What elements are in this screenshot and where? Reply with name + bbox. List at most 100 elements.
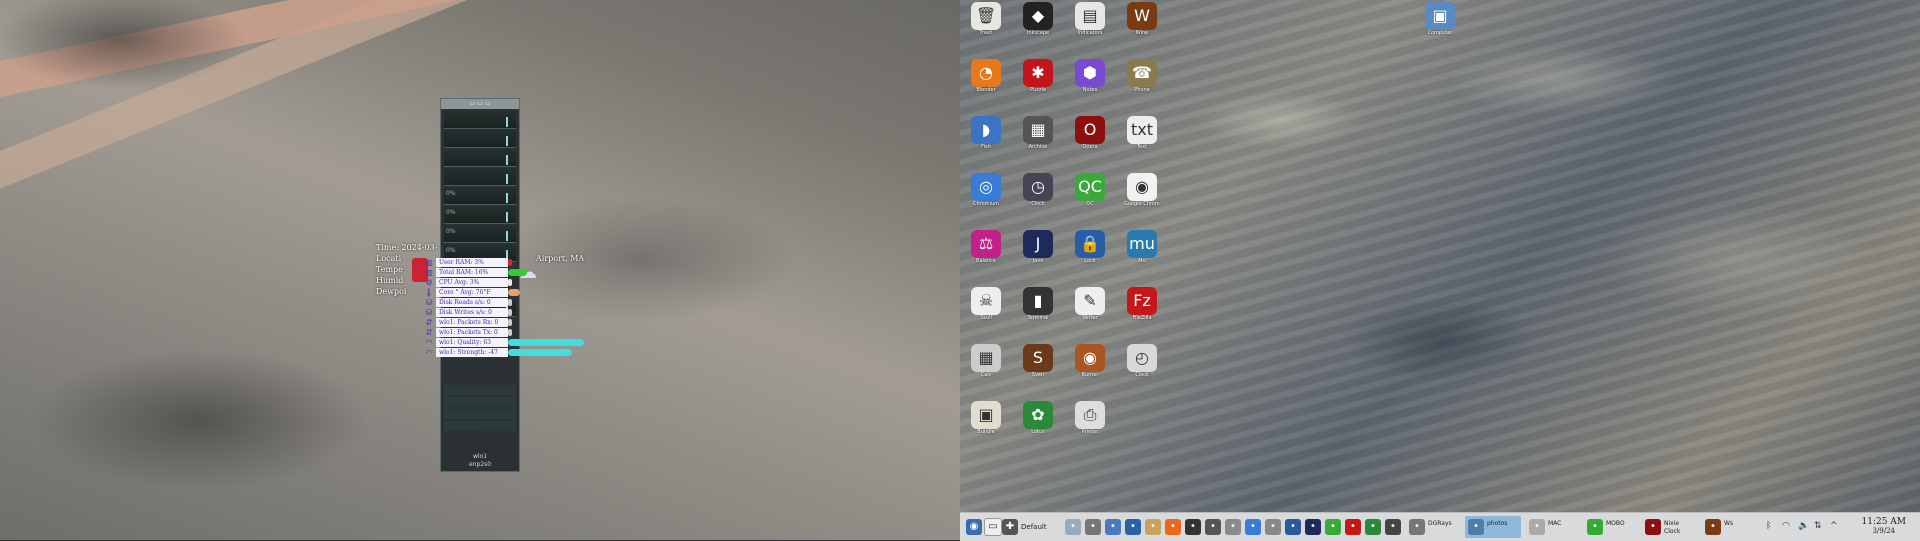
start-menu-button[interactable]: ◉ <box>966 516 985 538</box>
launcher-button[interactable]: • <box>1105 516 1124 538</box>
disk-icon: ⛁ <box>425 308 433 317</box>
up-arrow-icon[interactable]: ^ <box>1830 521 1838 531</box>
desktop-icon[interactable]: S Sven <box>1020 344 1056 378</box>
timer-icon: ◷ <box>1023 173 1053 201</box>
desktop-icon[interactable]: W Wine <box>1124 2 1160 36</box>
taskbar-clock[interactable]: 11:25 AM 3/9/24 <box>1861 517 1906 536</box>
task-mac[interactable]: • MAC <box>1526 516 1582 538</box>
indicator-icon: ▤ <box>1075 2 1105 30</box>
launcher-button[interactable]: • <box>1125 516 1144 538</box>
desktop-icon[interactable]: ✎ Writer <box>1072 287 1108 321</box>
right-desktop[interactable]: 🗑 Trash ◆ Inkscape ▤ Indicators W Wine ◔ Blender ✱… <box>960 0 1920 540</box>
desktop-icon[interactable]: ✱ Puzzle <box>1020 59 1056 93</box>
desktop-icon[interactable]: QC QC <box>1072 173 1108 207</box>
network-icon: ⇵ <box>425 328 433 337</box>
desktop-icon-label: Lock <box>1084 258 1096 264</box>
launcher-button[interactable]: • <box>1185 516 1204 538</box>
j-icon: J <box>1023 230 1053 258</box>
files-icon: • <box>1065 519 1081 535</box>
bluetooth-icon[interactable]: ᛒ <box>1766 521 1771 531</box>
desktop-icon[interactable]: mu Mu <box>1124 230 1160 264</box>
desktop-icon[interactable]: 🔒 Lock <box>1072 230 1108 264</box>
stat-bar <box>508 289 520 296</box>
desktop-icon[interactable]: ▦ Archive <box>1020 116 1056 150</box>
desktop-icon-label: Trash <box>979 30 993 36</box>
launcher-button[interactable]: • <box>1205 516 1224 538</box>
desktop-icon[interactable]: ◉ Burner <box>1072 344 1108 378</box>
chromium-icon: ◎ <box>971 173 1001 201</box>
disc-icon: ◉ <box>1075 344 1105 372</box>
desktop-icon[interactable]: ◔ Blender <box>968 59 1004 93</box>
workspace-default[interactable]: ✚ Default <box>1002 516 1047 538</box>
desktop-icon[interactable]: 🗑 Trash <box>968 2 1004 36</box>
task-nixie[interactable]: • Nixie Clock <box>1642 516 1698 538</box>
stat-row: ⛁ Disk Writes s/s: 0 <box>424 308 512 318</box>
launcher-button[interactable]: • <box>1145 516 1164 538</box>
desktop-icon-label: Phone <box>1134 87 1150 93</box>
desktop-icon[interactable]: ◆ Inkscape <box>1020 2 1056 36</box>
task-mobo[interactable]: • MOBO <box>1584 516 1640 538</box>
desktop-icon[interactable]: txt Text <box>1124 116 1160 150</box>
launcher-button[interactable]: • <box>1305 516 1324 538</box>
clock-icon: • <box>1529 519 1545 535</box>
launcher-button[interactable]: • <box>1085 516 1104 538</box>
task-dgrays[interactable]: • DGRays <box>1406 516 1462 538</box>
launcher-button[interactable]: • <box>1325 516 1344 538</box>
scales-icon: ⚖ <box>971 230 1001 258</box>
network-tray-icon[interactable]: ⇅ <box>1814 521 1822 531</box>
launcher-button[interactable]: • <box>1165 516 1184 538</box>
desktop-icon[interactable]: ✿ Lotus <box>1020 401 1056 435</box>
activity-graph: 0% <box>444 206 516 224</box>
desktop-icon-label: Text <box>1136 144 1148 150</box>
left-desktop[interactable]: Time: 2024-03- Locati Tempe Humid Dewpoi… <box>0 0 960 540</box>
stat-label: Disk Reads s/s: 0 <box>436 298 508 307</box>
desktop-icon[interactable]: ⎙ Printer <box>1072 401 1108 435</box>
desktop-icon[interactable]: ▦ Calc <box>968 344 1004 378</box>
chrome-icon: • <box>1225 519 1241 535</box>
desktop-icon[interactable]: ◗ Fish <box>968 116 1004 150</box>
desktop-icon-label: Jave <box>1032 258 1044 264</box>
launcher-button[interactable]: • <box>1245 516 1264 538</box>
launcher-button[interactable]: • <box>1345 516 1364 538</box>
launcher-button[interactable]: • <box>1225 516 1244 538</box>
launcher-button[interactable]: • <box>1265 516 1284 538</box>
desktop-icon[interactable]: ▣ Bundle <box>968 401 1004 435</box>
desktop-icon[interactable]: ▮ Terminal <box>1020 287 1056 321</box>
stat-label: wlo1: Quality: 63 <box>436 338 508 347</box>
desktop-icon[interactable]: ⬢ Notes <box>1072 59 1108 93</box>
desktop-icon-computer[interactable]: ▣ Computer <box>1422 2 1458 36</box>
launcher-button[interactable]: • <box>1065 516 1084 538</box>
puzzle-icon: • <box>1365 519 1381 535</box>
wifi-tray-icon[interactable]: ◠ <box>1782 521 1790 531</box>
volume-icon[interactable]: 🔈 <box>1798 521 1809 531</box>
opera-icon: O <box>1075 116 1105 144</box>
desktop-icon[interactable]: ☠ Skull <box>968 287 1004 321</box>
desktop-icon[interactable]: ☎ Phone <box>1124 59 1160 93</box>
game-icon: S <box>1023 344 1053 372</box>
desktop-icon-label: Indicators <box>1077 30 1103 36</box>
desktop-icon[interactable]: ⚖ Balance <box>968 230 1004 264</box>
calc-icon: • <box>1265 519 1281 535</box>
desktop-icon[interactable]: Fz FileZilla <box>1124 287 1160 321</box>
box-icon: ▣ <box>971 401 1001 429</box>
desktop-icon[interactable]: ▤ Indicators <box>1072 2 1108 36</box>
desktop-icon[interactable]: ◷ Clock <box>1020 173 1056 207</box>
panel-header: ▭ ▭ ▭ <box>441 99 519 109</box>
desktop-icon[interactable]: ◎ Chromium <box>968 173 1004 207</box>
photos-icon: • <box>1468 519 1484 535</box>
stat-row: 🌡 Core ° Avg: 76°F <box>424 288 520 298</box>
task-photos[interactable]: • photos <box>1465 516 1521 538</box>
activity-graph <box>444 130 516 148</box>
cube-icon: ⬢ <box>1075 59 1105 87</box>
task-ws[interactable]: • Ws <box>1702 516 1758 538</box>
desktop-icon[interactable]: J Jave <box>1020 230 1056 264</box>
launcher-button[interactable]: • <box>1365 516 1384 538</box>
stat-row: ⇵ wlo1: Packets Rx: 0 <box>424 318 512 328</box>
launcher-button[interactable]: • <box>1385 516 1404 538</box>
desktop-icon[interactable]: O Opera <box>1072 116 1108 150</box>
indicator-icon: • <box>1587 519 1603 535</box>
desktop-icon[interactable]: ◉ Google Chrome <box>1124 173 1160 207</box>
launcher-button[interactable]: • <box>1285 516 1304 538</box>
desktop-icon[interactable]: ◴ Clock <box>1124 344 1160 378</box>
graph-row <box>444 385 516 395</box>
